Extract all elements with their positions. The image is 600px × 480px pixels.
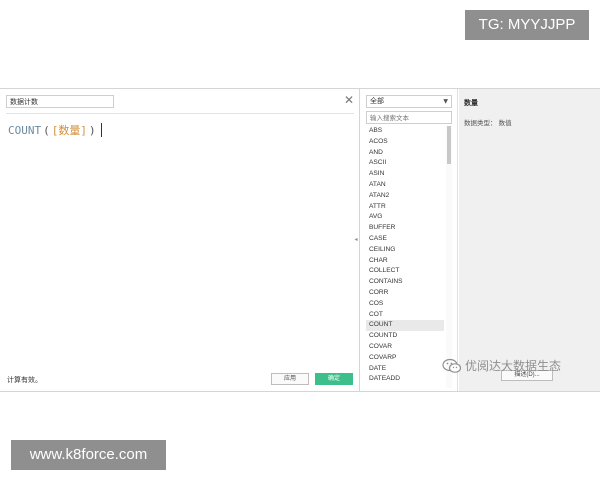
- watermark-text: 优阅达大数据生态: [465, 359, 562, 373]
- function-list-item[interactable]: COVARP: [366, 353, 444, 364]
- scrollbar-track[interactable]: [446, 126, 452, 388]
- function-list-item[interactable]: ACOS: [366, 137, 444, 148]
- apply-button[interactable]: 应用: [271, 373, 309, 385]
- calculation-name-input[interactable]: [6, 95, 114, 108]
- tg-badge: TG: MYYJJPP: [465, 10, 589, 40]
- function-description-pane: 数量 数据类型： 数值: [459, 89, 600, 391]
- formula-text-area[interactable]: COUNT ( [数量] ): [8, 121, 102, 139]
- website-badge: www.k8force.com: [11, 440, 166, 470]
- function-list-item[interactable]: ATAN: [366, 180, 444, 191]
- editor-divider: [6, 113, 354, 114]
- formula-function-name: COUNT: [8, 123, 42, 137]
- function-list-item[interactable]: CONTAINS: [366, 277, 444, 288]
- function-list-item[interactable]: COUNT: [366, 320, 444, 332]
- wechat-watermark: 优阅达大数据生态: [442, 357, 561, 374]
- formula-field-reference: [数量]: [51, 124, 87, 137]
- function-category-value: 全部: [370, 97, 384, 105]
- function-list-item[interactable]: COLLECT: [366, 266, 444, 277]
- function-list-item[interactable]: ATAN2: [366, 191, 444, 202]
- description-data-type: 数据类型： 数值: [464, 119, 512, 127]
- function-list-item[interactable]: DATEADD: [366, 374, 444, 385]
- wechat-icon: [442, 358, 462, 373]
- function-list-item[interactable]: ASCII: [366, 158, 444, 169]
- calculation-editor: ✕ COUNT ( [数量] ) 计算有效。 应用 确定 ◂ 全部 ▼ ABSA…: [0, 88, 600, 392]
- function-list-item[interactable]: COVAR: [366, 342, 444, 353]
- function-category-select[interactable]: 全部 ▼: [366, 95, 452, 108]
- function-list-item[interactable]: CASE: [366, 234, 444, 245]
- formula-editor-pane: ✕ COUNT ( [数量] ) 计算有效。 应用 确定: [0, 89, 360, 391]
- panel-collapse-handle[interactable]: ◂: [353, 235, 359, 245]
- text-cursor: [100, 123, 102, 137]
- formula-close-paren: ): [89, 123, 96, 137]
- function-list-item[interactable]: COS: [366, 299, 444, 310]
- function-list-item[interactable]: AVG: [366, 212, 444, 223]
- close-icon[interactable]: ✕: [343, 93, 355, 107]
- function-list-item[interactable]: COUNTD: [366, 331, 444, 342]
- function-list-item[interactable]: CHAR: [366, 256, 444, 267]
- function-list-item[interactable]: ATTR: [366, 202, 444, 213]
- function-list-item[interactable]: CEILING: [366, 245, 444, 256]
- function-list-item[interactable]: BUFFER: [366, 223, 444, 234]
- function-list-item[interactable]: DATE: [366, 364, 444, 375]
- function-list: ABS ACOS AND ASCII ASIN ATAN ATAN2 ATTR AVG BUFFE…: [366, 126, 444, 385]
- scrollbar-thumb[interactable]: [447, 126, 451, 164]
- formula-open-paren: (: [43, 123, 50, 137]
- validation-status: 计算有效。: [7, 376, 42, 384]
- function-list-item[interactable]: ASIN: [366, 169, 444, 180]
- description-title: 数量: [464, 99, 478, 107]
- function-search-input[interactable]: [366, 111, 452, 124]
- ok-button[interactable]: 确定: [315, 373, 353, 385]
- function-list-pane: 全部 ▼ ABSACOSANDASCIIASINATANATAN2ATTRAVG…: [362, 89, 458, 391]
- chevron-down-icon: ▼: [443, 98, 448, 105]
- function-list-item[interactable]: COT: [366, 310, 444, 321]
- function-list-item[interactable]: CORR: [366, 288, 444, 299]
- function-list-item[interactable]: AND: [366, 148, 444, 159]
- function-list-item[interactable]: ABS: [366, 126, 444, 137]
